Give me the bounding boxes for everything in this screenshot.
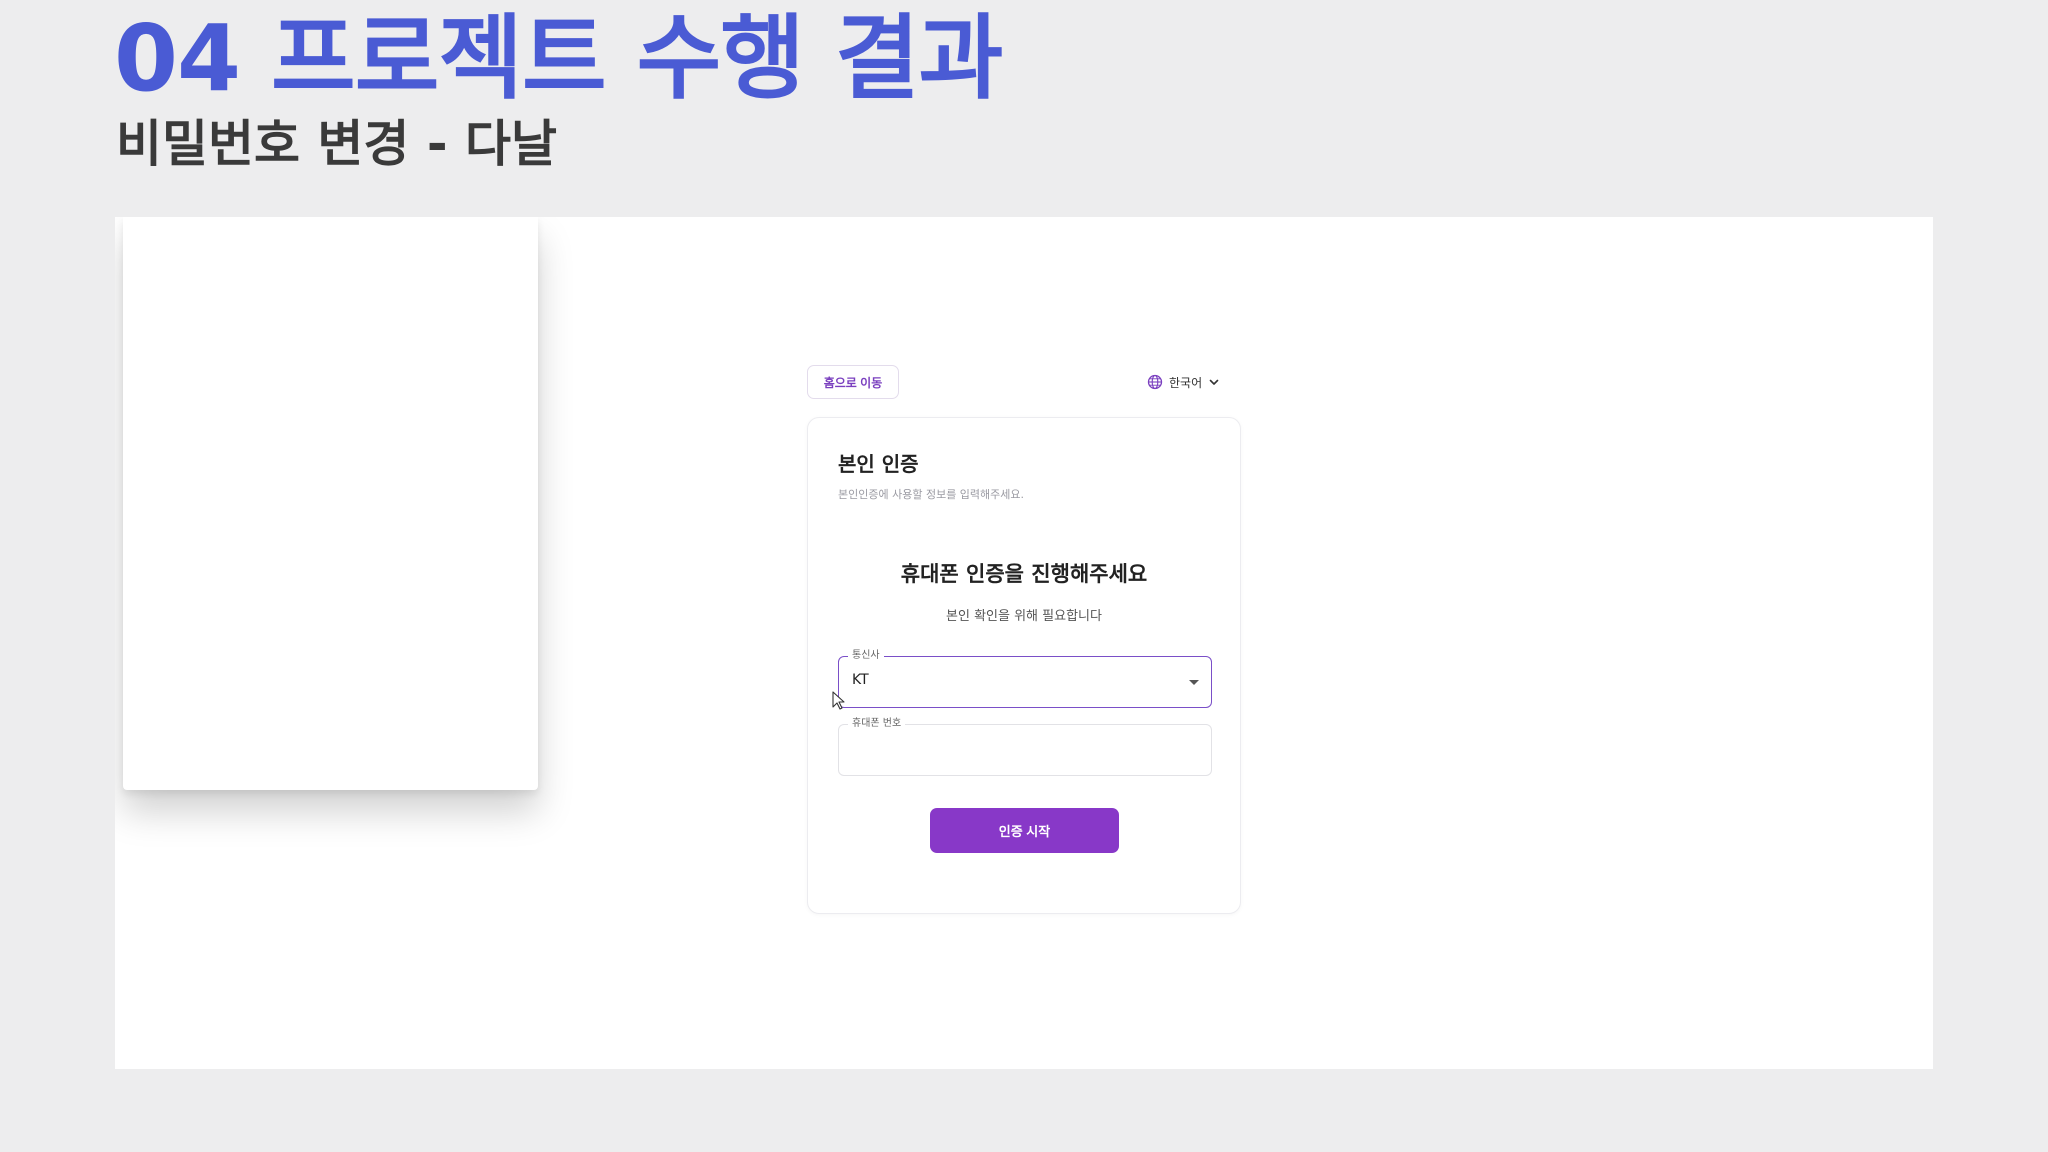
home-button[interactable]: 홈으로 이동	[807, 365, 899, 399]
language-select[interactable]: 한국어	[1147, 367, 1220, 397]
mouse-cursor-icon	[832, 691, 846, 715]
globe-icon	[1147, 374, 1163, 390]
chevron-down-icon	[1208, 376, 1220, 388]
carrier-value: KT	[852, 672, 869, 688]
phone-input[interactable]	[849, 737, 1203, 765]
card-title: 본인 인증	[838, 452, 919, 476]
slide-subtitle: 비밀번호 변경 - 다날	[116, 115, 557, 173]
slide-title: 04 프로젝트 수행 결과	[114, 5, 1003, 112]
phone-field: 휴대폰 번호	[838, 717, 1212, 776]
auth-card: 본인 인증 본인인증에 사용할 정보를 입력해주세요. 휴대폰 인증을 진행해주…	[807, 417, 1241, 914]
phone-label: 휴대폰 번호	[848, 717, 906, 731]
carrier-select[interactable]: 통신사 KT	[838, 649, 1212, 708]
start-verification-button[interactable]: 인증 시작	[930, 808, 1119, 853]
card-description: 본인인증에 사용할 정보를 입력해주세요.	[838, 488, 1025, 501]
language-label: 한국어	[1169, 375, 1203, 390]
app-screenshot: 홈으로 이동 한국어 본인 인증 본인인증에 사용할 정보를 입력해주세요. 휴…	[115, 217, 1933, 1069]
phone-auth-subheading: 본인 확인을 위해 필요합니다	[946, 609, 1102, 624]
phone-auth-heading: 휴대폰 인증을 진행해주세요	[900, 562, 1148, 586]
side-panel	[123, 217, 538, 790]
carrier-label: 통신사	[848, 649, 884, 663]
dropdown-arrow-icon	[1189, 680, 1199, 685]
